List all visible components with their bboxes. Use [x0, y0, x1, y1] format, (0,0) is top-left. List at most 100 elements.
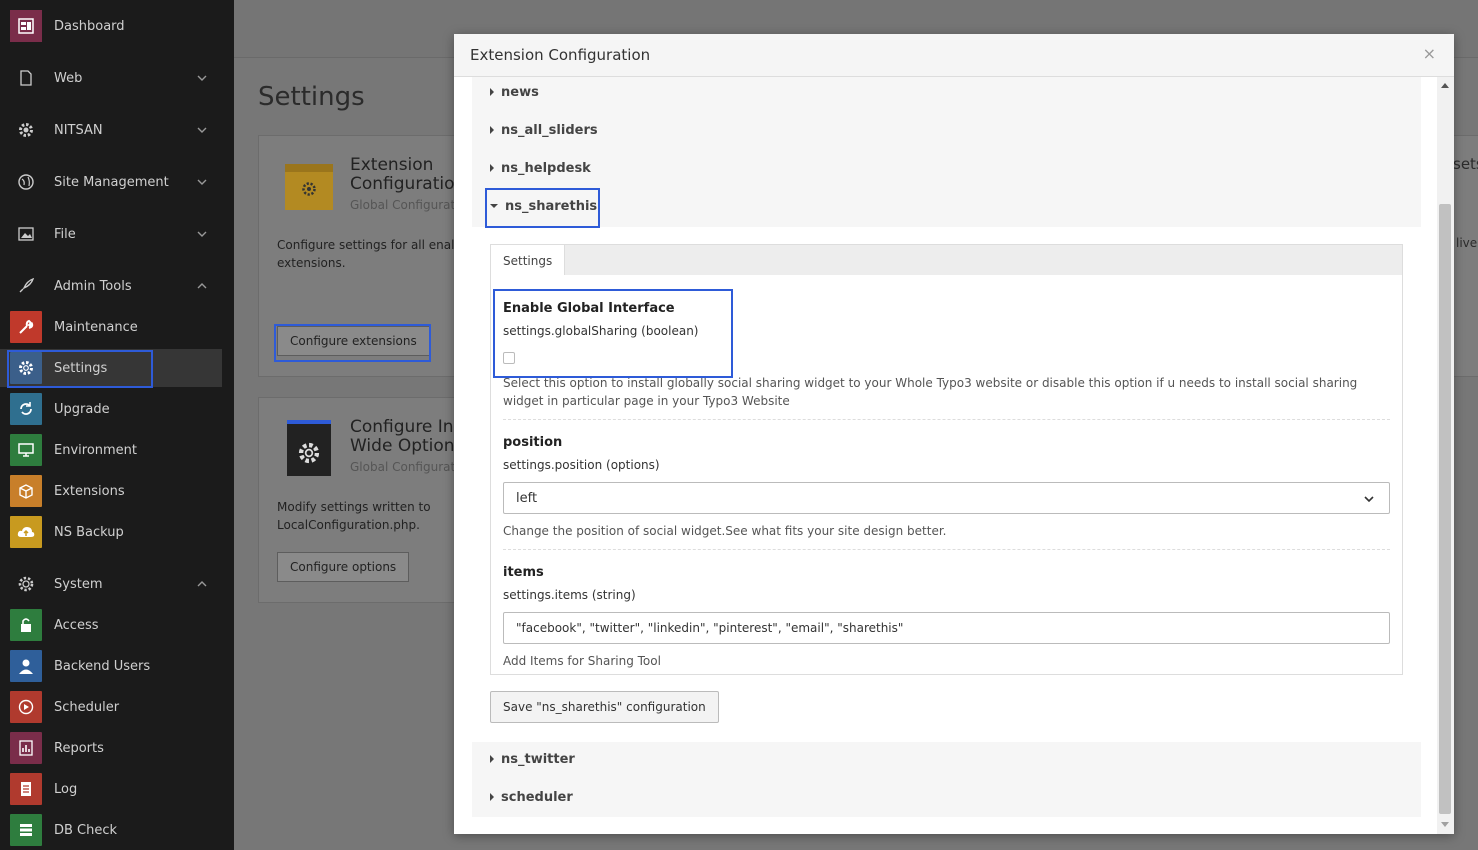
- sidebar-item-label: Log: [54, 781, 78, 797]
- right-fragment-text: sets: [1453, 155, 1478, 173]
- chevron-down-icon: [197, 231, 207, 237]
- caret-right-icon: [490, 755, 494, 763]
- database-icon: [10, 814, 42, 846]
- globe-icon: [10, 166, 42, 198]
- card-desc-line1: Modify settings written to: [277, 500, 431, 514]
- sidebar-item-maintenance[interactable]: Maintenance: [0, 308, 234, 346]
- sidebar-item-label: System: [54, 576, 103, 592]
- sidebar-item-log[interactable]: Log: [0, 770, 234, 808]
- sidebar-item-dashboard[interactable]: Dashboard: [0, 6, 234, 46]
- gear-icon: [10, 114, 42, 146]
- position-select[interactable]: left: [503, 482, 1390, 514]
- sidebar-item-scheduler[interactable]: Scheduler: [0, 688, 234, 726]
- sidebar-item-access[interactable]: Access: [0, 606, 234, 644]
- sidebar-item-reports[interactable]: Reports: [0, 729, 234, 767]
- extension-configuration-modal: Extension Configuration × news ns_all_sl…: [454, 34, 1454, 834]
- sidebar-item-label: Upgrade: [54, 401, 110, 417]
- sidebar-item-label: NITSAN: [54, 122, 103, 138]
- field-divider: [503, 549, 1390, 550]
- web-page-icon: [10, 62, 42, 94]
- caret-right-icon: [490, 793, 494, 801]
- extension-row-scheduler[interactable]: scheduler: [472, 778, 1421, 816]
- gear-document-icon: [287, 420, 331, 476]
- sidebar: Dashboard Web NITSAN Site Management Fil…: [0, 0, 234, 850]
- extension-list: news ns_all_sliders ns_helpdesk ns_share…: [472, 77, 1421, 817]
- sidebar-item-label: Web: [54, 70, 83, 86]
- sidebar-item-label: Environment: [54, 442, 138, 458]
- chevron-down-icon: [197, 179, 207, 185]
- box-icon: [10, 475, 42, 507]
- sidebar-item-label: Admin Tools: [54, 278, 132, 294]
- tab-settings[interactable]: Settings: [491, 245, 566, 277]
- wrench-icon: [10, 311, 42, 343]
- sidebar-item-label: NS Backup: [54, 524, 124, 540]
- scrollbar-thumb[interactable]: [1439, 204, 1451, 814]
- cloud-upload-icon: [10, 516, 42, 548]
- field-key-position: settings.position (options): [503, 458, 660, 472]
- extension-name: scheduler: [501, 789, 573, 805]
- sidebar-group-system[interactable]: System: [0, 564, 234, 604]
- sidebar-item-extensions[interactable]: Extensions: [0, 472, 234, 510]
- scroll-up-icon[interactable]: [1441, 83, 1449, 88]
- card-desc-line2: LocalConfiguration.php.: [277, 518, 420, 532]
- sidebar-item-ns-backup[interactable]: NS Backup: [0, 513, 234, 551]
- sidebar-item-label: Access: [54, 617, 99, 633]
- ns-sharethis-highlight-box: [485, 188, 600, 228]
- sidebar-group-site-management[interactable]: Site Management: [0, 162, 234, 202]
- sidebar-group-file[interactable]: File: [0, 214, 234, 254]
- extension-row-ns-twitter[interactable]: ns_twitter: [472, 740, 1421, 778]
- chevron-down-icon: [1364, 496, 1374, 503]
- extension-row-ns-sharethis[interactable]: ns_sharethis: [472, 187, 1421, 225]
- right-fragment-text: live: [1456, 236, 1478, 250]
- tab-bar: Settings: [490, 244, 1403, 277]
- sidebar-item-backend-users[interactable]: Backend Users: [0, 647, 234, 685]
- caret-right-icon: [490, 88, 494, 96]
- monitor-icon: [10, 434, 42, 466]
- modal-body: news ns_all_sliders ns_helpdesk ns_share…: [454, 77, 1454, 834]
- extension-row-ns-all-sliders[interactable]: ns_all_sliders: [472, 111, 1421, 149]
- sidebar-item-label: Scheduler: [54, 699, 120, 715]
- card-subtitle: Global Configurat: [350, 198, 456, 212]
- sidebar-item-label: Reports: [54, 740, 104, 756]
- sidebar-group-admin-tools[interactable]: Admin Tools: [0, 266, 234, 306]
- field-title-position: position: [503, 435, 563, 450]
- user-icon: [10, 650, 42, 682]
- card-title-line2: Wide Options: [350, 436, 464, 456]
- scroll-down-icon[interactable]: [1441, 822, 1449, 827]
- sidebar-item-label: Dashboard: [54, 18, 125, 34]
- field-divider: [503, 419, 1390, 420]
- report-icon: [10, 732, 42, 764]
- card-desc-line2: extensions.: [277, 256, 346, 270]
- field-desc-line2: widget in particular page in your Typo3 …: [503, 394, 790, 408]
- chevron-up-icon: [197, 283, 207, 289]
- save-configuration-button[interactable]: Save "ns_sharethis" configuration: [490, 691, 719, 723]
- rocket-icon: [10, 270, 42, 302]
- caret-right-icon: [490, 164, 494, 172]
- field-title-items: items: [503, 565, 544, 580]
- modal-header: Extension Configuration ×: [454, 34, 1454, 77]
- sidebar-item-label: Extensions: [54, 483, 125, 499]
- chevron-up-icon: [197, 581, 207, 587]
- box-gear-icon: [285, 164, 333, 210]
- chevron-down-icon: [197, 127, 207, 133]
- extension-name: ns_all_sliders: [501, 122, 598, 138]
- close-icon[interactable]: ×: [1423, 44, 1436, 63]
- sidebar-group-web[interactable]: Web: [0, 58, 234, 98]
- extension-row-news[interactable]: news: [472, 77, 1421, 111]
- configure-options-button[interactable]: Configure options: [277, 552, 410, 582]
- image-icon: [10, 218, 42, 250]
- sidebar-item-label: File: [54, 226, 76, 242]
- card-title-line2: Configuration: [350, 174, 466, 194]
- sidebar-item-db-check[interactable]: DB Check: [0, 811, 234, 849]
- card-subtitle: Global Configurat: [350, 460, 456, 474]
- modal-title: Extension Configuration: [470, 46, 651, 64]
- gear-outline-icon: [10, 568, 42, 600]
- sidebar-group-nitsan[interactable]: NITSAN: [0, 110, 234, 150]
- sidebar-item-environment[interactable]: Environment: [0, 431, 234, 469]
- caret-right-icon: [490, 126, 494, 134]
- extension-row-ns-helpdesk[interactable]: ns_helpdesk: [472, 149, 1421, 187]
- items-input[interactable]: [503, 612, 1390, 644]
- field-key-items: settings.items (string): [503, 588, 636, 602]
- field-desc-position: Change the position of social widget.See…: [503, 524, 947, 538]
- sidebar-item-upgrade[interactable]: Upgrade: [0, 390, 234, 428]
